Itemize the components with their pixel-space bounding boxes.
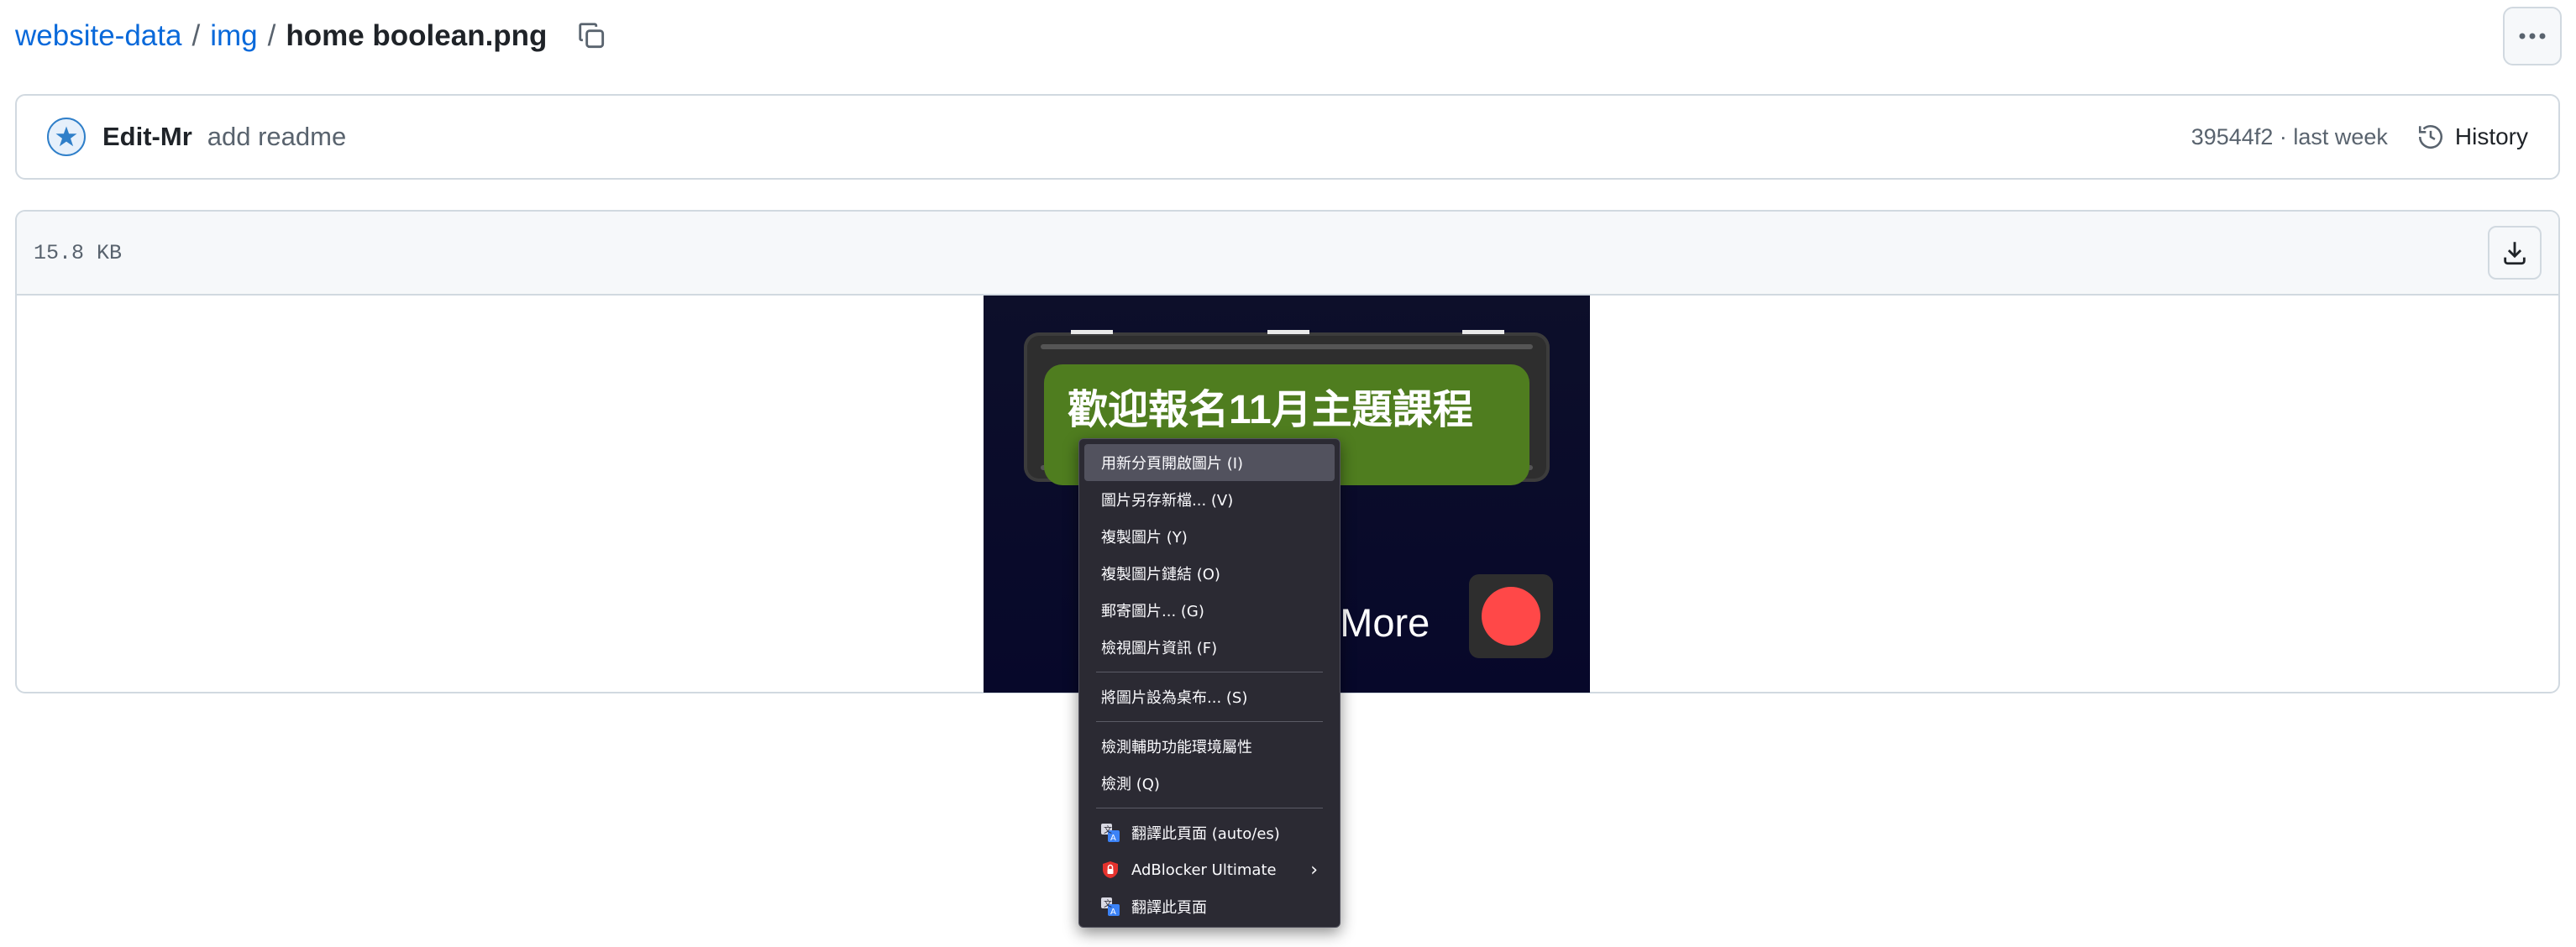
kebab-horizontal-icon <box>2519 33 2546 39</box>
copy-path-button[interactable] <box>571 15 613 57</box>
breadcrumb-separator: / <box>191 19 201 52</box>
menu-item-label: 翻譯此頁面 <box>1131 899 1207 917</box>
breadcrumb-file-name: home boolean.png <box>286 19 548 52</box>
menu-item-label: 檢測輔助功能環境屬性 <box>1101 739 1252 756</box>
record-button-graphic <box>1469 574 1553 658</box>
sign-text: 歡迎報名11月主題課程 <box>1068 388 1473 432</box>
commit-hash-time[interactable]: 39544f2 · last week <box>2191 124 2388 150</box>
menu-item-label: 將圖片設為桌布... (S) <box>1101 689 1248 707</box>
context-menu: 用新分頁開啟圖片 (I) 圖片另存新檔... (V) 複製圖片 (Y) 複製圖片… <box>1078 438 1340 928</box>
menu-item-set-desktop-background[interactable]: 將圖片設為桌布... (S) <box>1084 678 1335 715</box>
menu-item-label: 檢測 (Q) <box>1101 776 1160 793</box>
breadcrumb-separator: / <box>267 19 276 52</box>
breadcrumb: website-data / img / home boolean.png <box>15 15 547 57</box>
menu-item-save-image-as[interactable]: 圖片另存新檔... (V) <box>1084 481 1335 518</box>
menu-item-translate-page[interactable]: 文A 翻譯此頁面 <box>1084 888 1335 925</box>
avatar-logo-icon <box>55 126 77 147</box>
menu-item-label: 複製圖片 (Y) <box>1101 529 1188 547</box>
commit-message-link[interactable]: add readme <box>207 122 346 152</box>
menu-item-copy-image-link[interactable]: 複製圖片鏈結 (O) <box>1084 555 1335 592</box>
svg-text:A: A <box>1110 834 1116 842</box>
menu-item-label: 複製圖片鏈結 (O) <box>1101 566 1220 583</box>
menu-item-label: 郵寄圖片... (G) <box>1101 603 1204 620</box>
file-header: 15.8 KB <box>17 212 2558 296</box>
sign-light-tick <box>1071 330 1113 334</box>
file-size: 15.8 KB <box>34 240 123 265</box>
menu-separator <box>1096 721 1323 722</box>
commit-author-link[interactable]: Edit-Mr <box>102 122 192 152</box>
menu-item-label: AdBlocker Ultimate <box>1131 861 1277 879</box>
commit-meta-group: 39544f2 · last week History <box>2191 123 2528 151</box>
avatar[interactable] <box>47 118 86 156</box>
menu-item-inspect[interactable]: 檢測 (Q) <box>1084 765 1335 802</box>
menu-item-label: 圖片另存新檔... (V) <box>1101 492 1234 510</box>
latest-commit-bar: Edit-Mr add readme 39544f2 · last week H… <box>15 94 2560 180</box>
download-icon <box>2504 242 2526 265</box>
record-dot <box>1482 587 1540 646</box>
menu-item-inspect-accessibility[interactable]: 檢測輔助功能環境屬性 <box>1084 728 1335 765</box>
menu-item-translate-page-auto[interactable]: 文A 翻譯此頁面 (auto/es) <box>1084 814 1335 851</box>
history-icon <box>2418 125 2442 149</box>
sign-rail <box>1041 344 1533 349</box>
breadcrumb-repo-link[interactable]: website-data <box>15 19 181 53</box>
download-button[interactable] <box>2488 226 2542 280</box>
menu-item-label: 檢視圖片資訊 (F) <box>1101 640 1218 657</box>
menu-item-open-image-new-tab[interactable]: 用新分頁開啟圖片 (I) <box>1084 444 1335 481</box>
chevron-right-icon: › <box>1310 859 1318 881</box>
menu-item-view-image-info[interactable]: 檢視圖片資訊 (F) <box>1084 629 1335 666</box>
translate-icon: 文A <box>1101 824 1120 842</box>
menu-item-copy-image[interactable]: 複製圖片 (Y) <box>1084 518 1335 555</box>
history-label: History <box>2454 123 2528 149</box>
sign-light-tick <box>1267 330 1309 334</box>
svg-text:A: A <box>1110 908 1116 916</box>
sign-light-tick <box>1462 330 1504 334</box>
translate-icon: 文A <box>1101 897 1120 916</box>
menu-item-email-image[interactable]: 郵寄圖片... (G) <box>1084 592 1335 629</box>
menu-item-adblocker-ultimate[interactable]: AdBlocker Ultimate › <box>1084 851 1335 888</box>
menu-item-label: 翻譯此頁面 (auto/es) <box>1131 825 1280 843</box>
adblocker-icon <box>1101 861 1120 879</box>
menu-item-label: 用新分頁開啟圖片 (I) <box>1101 455 1244 473</box>
breadcrumb-folder-link[interactable]: img <box>210 19 257 53</box>
copy-icon <box>579 23 605 49</box>
more-options-button[interactable] <box>2503 7 2562 65</box>
history-button[interactable]: History <box>2416 123 2528 151</box>
